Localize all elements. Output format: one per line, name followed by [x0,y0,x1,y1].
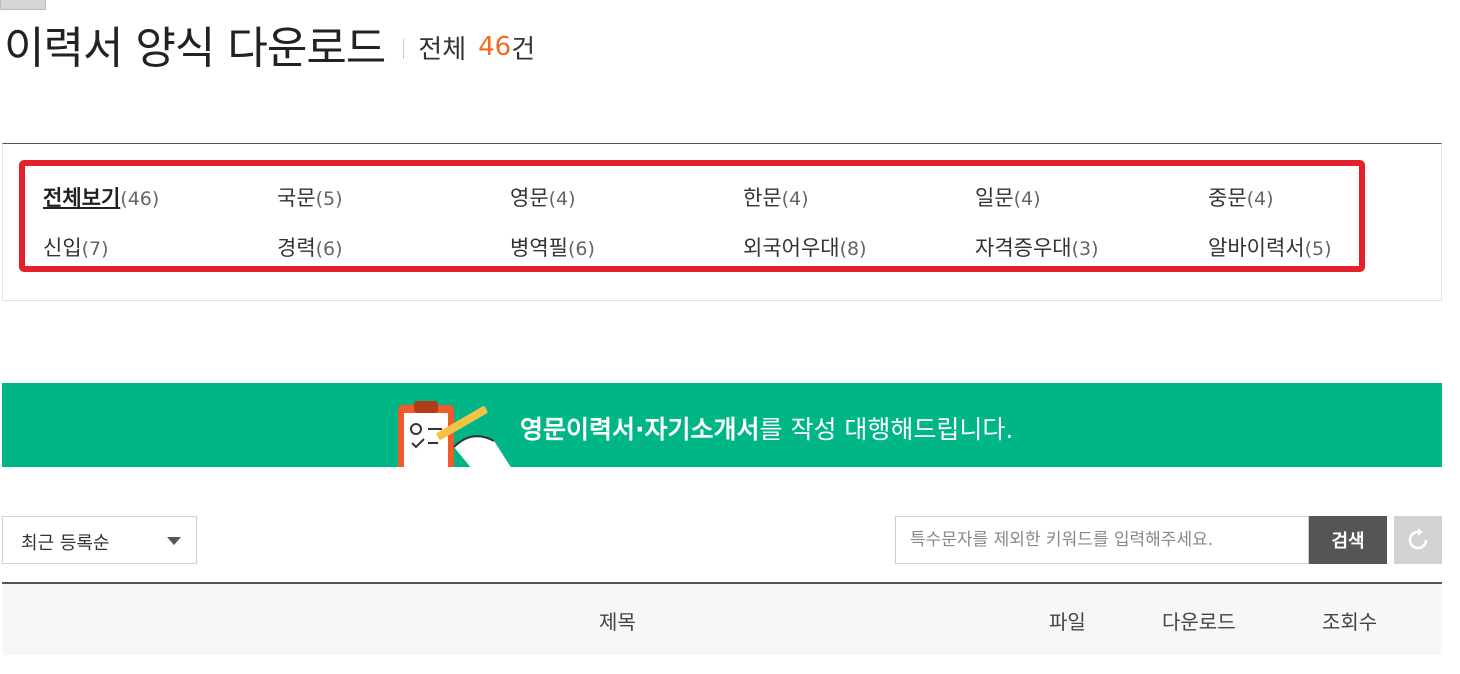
refresh-icon [1408,528,1428,550]
reset-button[interactable] [1394,516,1442,564]
column-views: 조회수 [1322,610,1378,634]
category-filter-panel: 전체보기(46) 국문(5) 영문(4) 한문(4) 일문(4) 중문(4) 신… [2,143,1442,301]
total-unit: 건 [511,34,536,65]
category-all[interactable]: 전체보기(46) [43,185,159,212]
category-newcomer[interactable]: 신입(7) [43,235,109,262]
category-military[interactable]: 병역필(6) [510,235,595,262]
corner-tab [0,0,46,10]
total-count: 46 [478,32,512,62]
search-input[interactable] [895,516,1309,564]
category-hanmun[interactable]: 한문(4) [743,185,809,212]
search-button[interactable]: 검색 [1309,516,1387,564]
sort-dropdown[interactable]: 최근 등록순 [2,516,197,564]
category-parttime[interactable]: 알바이력서(5) [1208,235,1332,262]
category-korean[interactable]: 국문(5) [277,185,343,212]
page-title: 이력서 양식 다운로드 [4,23,386,74]
page-header: 이력서 양식 다운로드 전체 46 건 [4,14,535,74]
clipboard-pencil-icon [398,401,511,467]
sort-selected-value: 최근 등록순 [21,533,110,554]
column-title: 제목 [599,610,636,634]
column-file: 파일 [1049,610,1086,634]
banner-text: 영문이력서·자기소개서를 작성 대행해드립니다. [520,415,1014,444]
column-downloads: 다운로드 [1162,610,1236,634]
title-divider [403,39,405,59]
category-english[interactable]: 영문(4) [510,185,576,212]
total-label: 전체 [418,34,467,65]
category-experienced[interactable]: 경력(6) [277,235,343,262]
promo-banner[interactable]: 영문이력서·자기소개서를 작성 대행해드립니다. [2,383,1442,467]
category-language[interactable]: 외국어우대(8) [743,235,867,262]
category-chinese[interactable]: 중문(4) [1208,185,1274,212]
chevron-down-icon [167,537,181,545]
category-certificate[interactable]: 자격증우대(3) [975,235,1099,262]
category-highlight-box [19,160,1365,272]
category-japanese[interactable]: 일문(4) [975,185,1041,212]
table-header: 제목 파일 다운로드 조회수 [2,582,1442,655]
